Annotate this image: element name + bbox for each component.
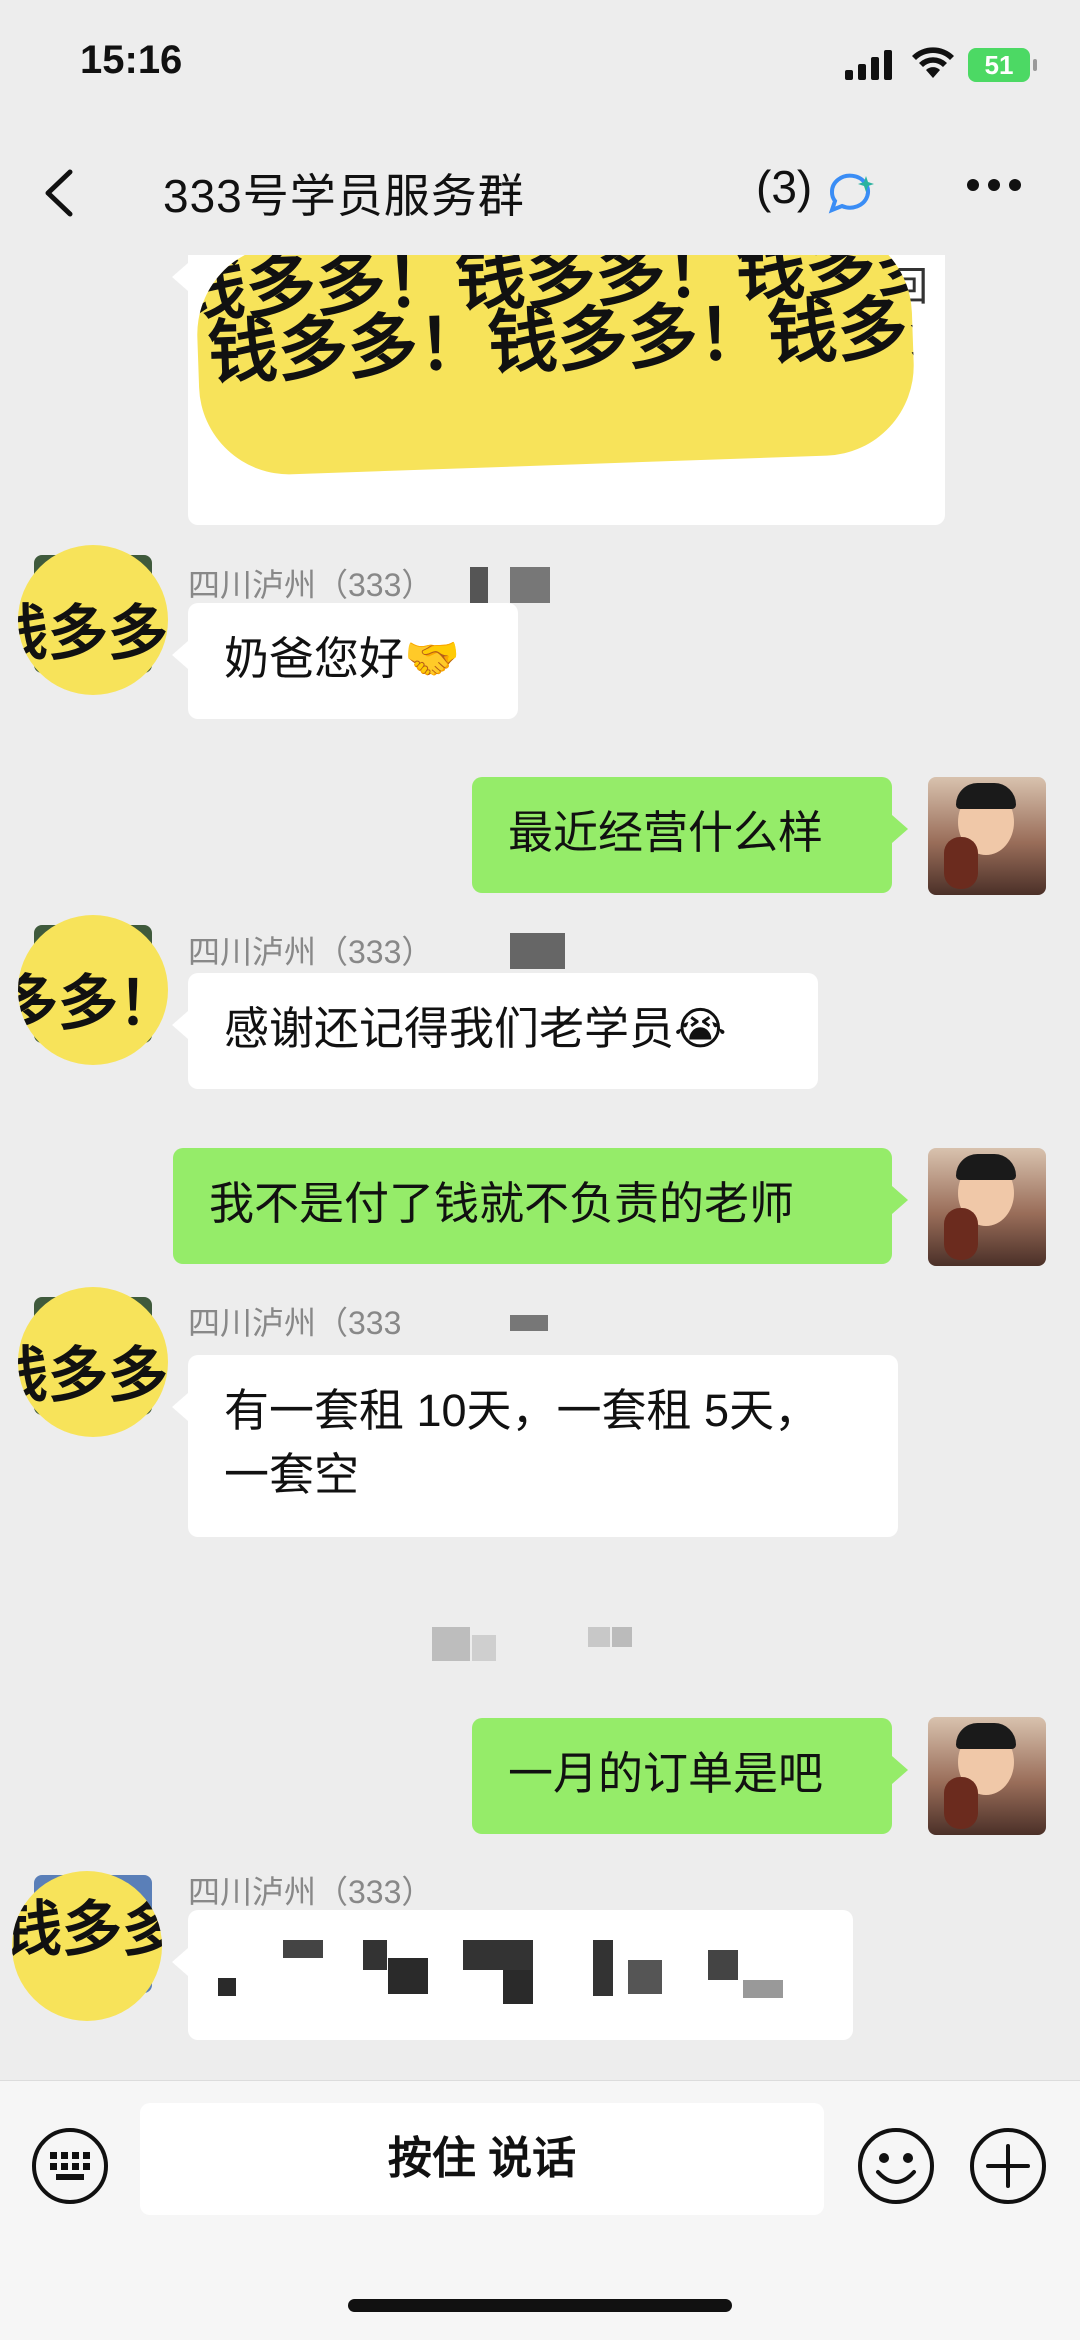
- message-bubble[interactable]: 最近经营什么样: [472, 777, 908, 893]
- battery-icon: 51: [968, 48, 1037, 82]
- sender-name: 四川泸州（333）: [188, 934, 434, 970]
- avatar[interactable]: 钱多多！钱多多！钱多多！钱多多！: [12, 1871, 162, 2021]
- redacted-block: [510, 1315, 548, 1331]
- avatar-watermark: 钱多多！钱多多！钱多多！钱多多！: [18, 1287, 168, 1437]
- message-text-line-2: 一套空: [224, 1449, 360, 1500]
- emoji-icon[interactable]: [856, 2126, 936, 2206]
- avatar[interactable]: 钱多多！钱多多！钱多多！钱多多！: [18, 545, 168, 695]
- avatar-self[interactable]: [928, 1717, 1046, 1835]
- avatar-self[interactable]: [928, 777, 1046, 895]
- avatar-watermark: 钱多多！钱多多！钱多多！钱多多！: [18, 545, 168, 695]
- timestamp-redacted: [432, 1623, 642, 1663]
- status-time: 15:16: [80, 38, 183, 82]
- avatar-watermark: 钱多多！钱多多！钱多多！钱多多！: [18, 915, 168, 1065]
- message-text: 一月的订单是吧: [508, 1748, 824, 1799]
- watermark-text-row-2: 钱多多！钱多多！钱多多！钱多多！: [206, 275, 917, 393]
- chat-title: 333号学员服务群: [163, 170, 525, 222]
- keyboard-icon[interactable]: [30, 2126, 110, 2206]
- message-bubble[interactable]: 奶爸您好🤝: [172, 603, 518, 719]
- chat-header: 333号学员服务群 (3): [0, 130, 1080, 255]
- plus-icon[interactable]: [968, 2126, 1048, 2206]
- redacted-block: [510, 933, 565, 969]
- home-indicator[interactable]: [348, 2299, 732, 2312]
- message-bubble[interactable]: 有一套租 10天，一套租 5天， 一套空: [172, 1355, 898, 1537]
- sender-name: 四川泸州（333: [188, 1305, 402, 1341]
- member-count: (3): [756, 161, 813, 213]
- message-list[interactable]: 佛系回 钱多多！钱多多！钱多多！钱多多！ 钱多多！钱多多！钱多多！钱多多！ 钱多…: [0, 255, 1080, 2080]
- message-text-line-1: 有一套租 10天，一套租 5天，: [224, 1385, 820, 1436]
- input-bar: 按住 说话: [0, 2080, 1080, 2340]
- message-bubble[interactable]: 我不是付了钱就不负责的老师: [173, 1148, 908, 1264]
- back-chevron-icon[interactable]: [40, 168, 80, 218]
- hold-to-talk-button[interactable]: 按住 说话: [140, 2103, 824, 2215]
- message-text: 我不是付了钱就不负责的老师: [209, 1178, 795, 1229]
- wifi-icon: [912, 47, 954, 78]
- ai-chat-icon[interactable]: [826, 170, 878, 214]
- avatar-watermark: 钱多多！钱多多！钱多多！钱多多！: [12, 1871, 162, 2021]
- cellular-signal-icon: [845, 50, 892, 80]
- message-bubble-top-card[interactable]: 佛系回 钱多多！钱多多！钱多多！钱多多！ 钱多多！钱多多！钱多多！钱多多！: [172, 255, 945, 525]
- message-text: 奶爸您好🤝: [224, 633, 461, 684]
- redacted-block: [510, 567, 550, 603]
- watermark-overlay: 钱多多！钱多多！钱多多！钱多多！ 钱多多！钱多多！钱多多！钱多多！: [194, 255, 917, 478]
- message-bubble-redacted[interactable]: [172, 1910, 853, 2040]
- message-text: 最近经营什么样: [508, 807, 824, 858]
- message-bubble[interactable]: 一月的订单是吧: [472, 1718, 908, 1834]
- avatar[interactable]: 钱多多！钱多多！钱多多！钱多多！: [18, 915, 168, 1065]
- more-dots-icon[interactable]: [966, 178, 1022, 192]
- message-bubble[interactable]: 感谢还记得我们老学员😭: [172, 973, 818, 1089]
- sender-name: 四川泸州（333）: [188, 567, 434, 603]
- avatar-self[interactable]: [928, 1148, 1046, 1266]
- message-text: 感谢还记得我们老学员😭: [224, 1003, 727, 1054]
- redacted-block: [470, 567, 488, 603]
- sender-name: 四川泸州（333）: [188, 1874, 434, 1910]
- avatar[interactable]: 钱多多！钱多多！钱多多！钱多多！: [18, 1287, 168, 1437]
- status-bar: 15:16 51: [0, 0, 1080, 130]
